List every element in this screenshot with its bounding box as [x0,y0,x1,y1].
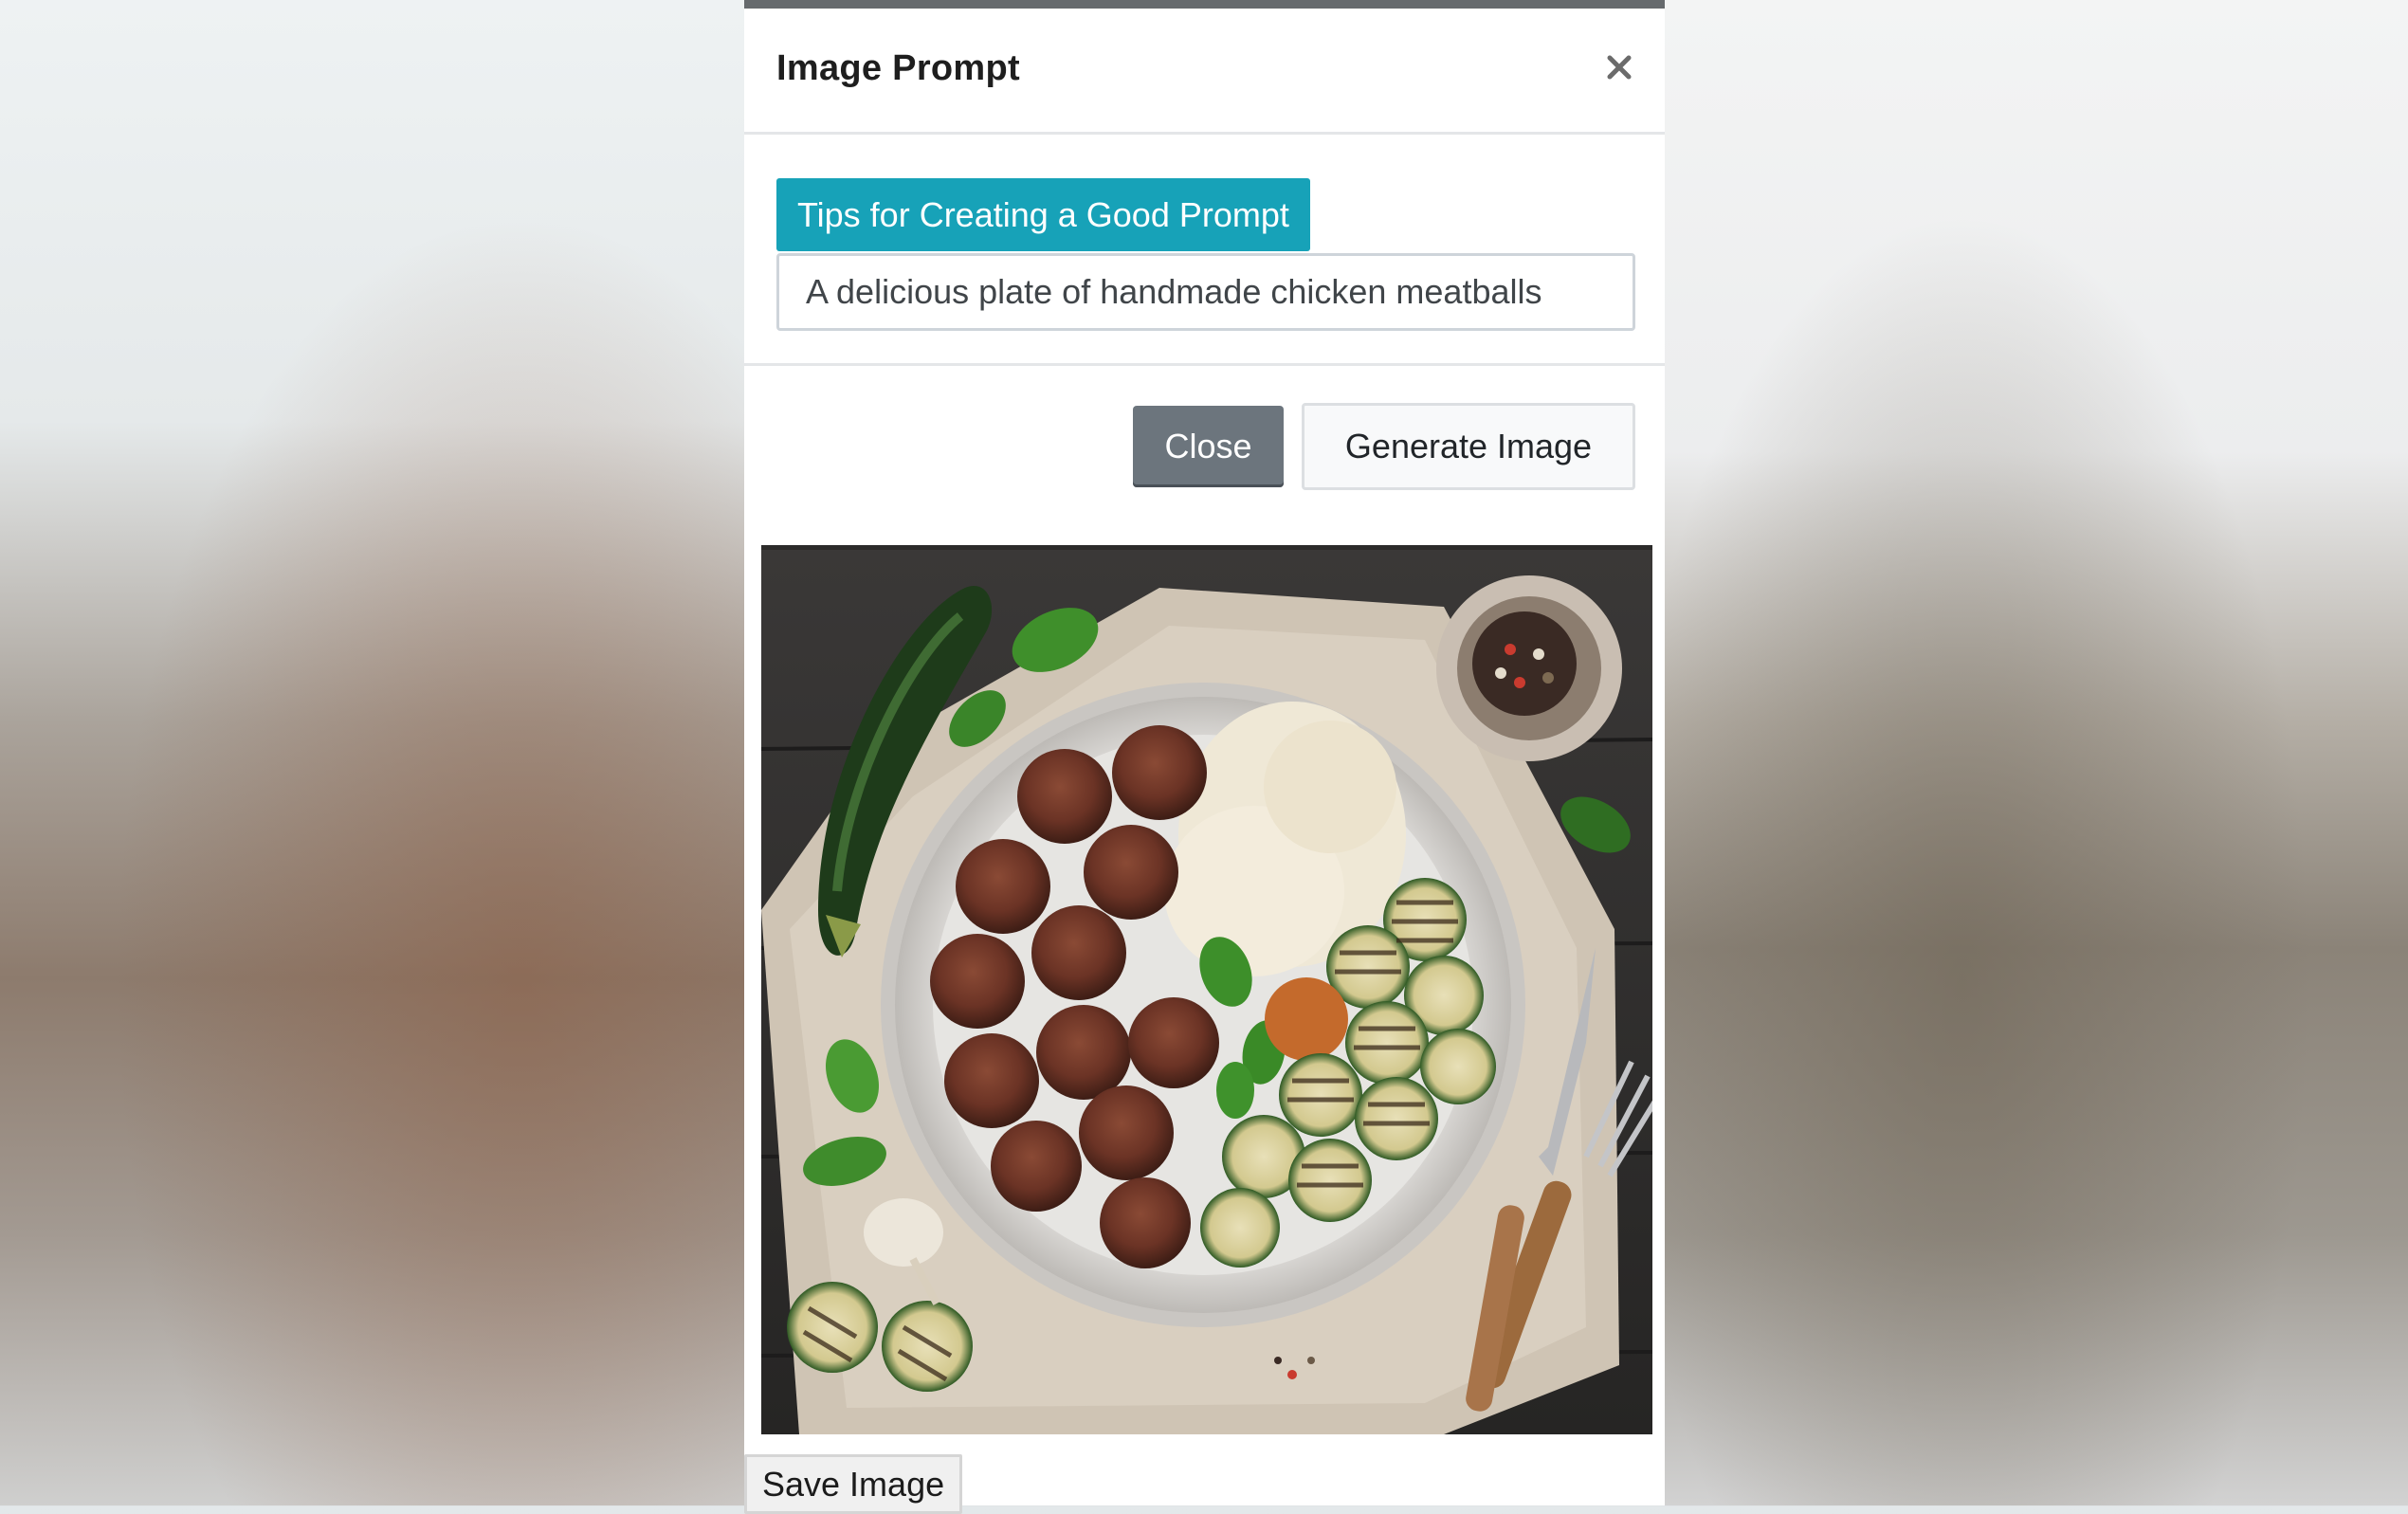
close-button[interactable]: Close [1133,406,1284,487]
modal-body: Tips for Creating a Good Prompt [744,135,1665,366]
generated-image [761,545,1652,1434]
modal-header: Image Prompt [744,9,1665,135]
modal-title: Image Prompt [776,48,1020,88]
background-right [1665,0,2408,1505]
image-prompt-modal: Image Prompt Tips for Creating a Good Pr… [744,0,1665,1514]
close-icon[interactable] [1602,50,1636,84]
prompt-input[interactable] [776,253,1635,331]
tips-button[interactable]: Tips for Creating a Good Prompt [776,178,1310,251]
generate-image-button[interactable]: Generate Image [1302,403,1635,490]
background-left [0,0,744,1505]
generated-image-illustration [761,550,1652,1434]
